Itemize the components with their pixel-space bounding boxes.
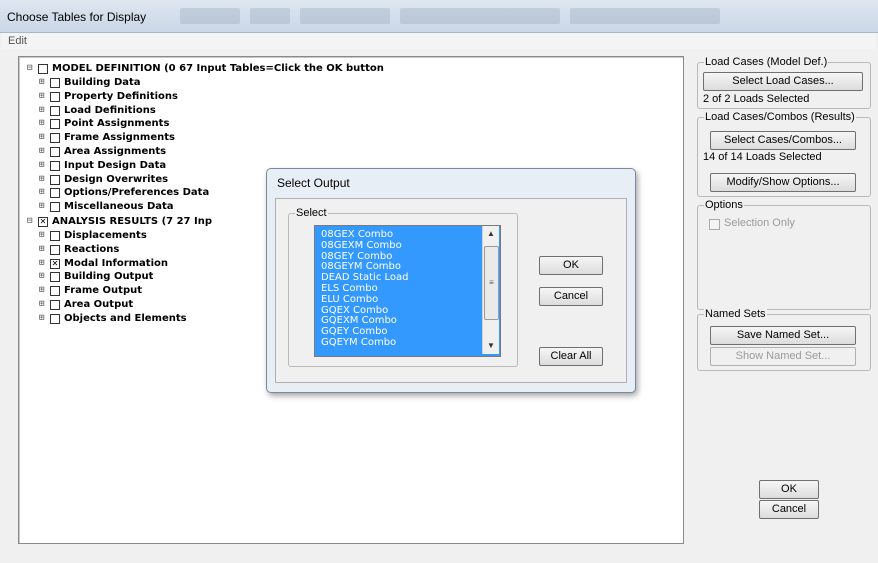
expand-plus-icon[interactable]: ⊞	[39, 174, 44, 185]
select-load-cases-button[interactable]: Select Load Cases...	[703, 72, 863, 91]
checkbox-icon[interactable]	[50, 286, 60, 297]
expand-plus-icon[interactable]: ⊞	[39, 244, 44, 255]
checkbox-icon[interactable]	[50, 91, 60, 102]
tree-item-label: Modal Information	[64, 257, 168, 269]
scroll-down-icon[interactable]: ▼	[483, 340, 499, 352]
save-named-set-button[interactable]: Save Named Set...	[710, 326, 856, 345]
expand-plus-icon[interactable]: ⊞	[39, 271, 44, 282]
checkbox-icon[interactable]	[50, 133, 60, 144]
clear-all-button[interactable]: Clear All	[539, 347, 603, 366]
list-item[interactable]: DEAD Static Load	[321, 273, 409, 283]
checkbox-icon[interactable]	[50, 78, 60, 88]
selection-only-checkbox[interactable]	[709, 219, 720, 230]
checkbox-icon[interactable]	[50, 188, 60, 199]
checkbox-icon[interactable]	[50, 202, 60, 213]
tree-item-label: Options/Preferences Data	[64, 187, 210, 199]
list-item[interactable]: ELS Combo	[321, 284, 378, 294]
tree-item-label: Frame Output	[64, 285, 143, 297]
window-title: Choose Tables for Display	[7, 10, 147, 24]
checkbox-icon[interactable]	[50, 174, 60, 185]
select-cases-combos-button[interactable]: Select Cases/Combos...	[710, 131, 856, 150]
checkbox-icon[interactable]	[38, 64, 48, 74]
checkbox-icon[interactable]	[50, 147, 60, 157]
expand-plus-icon[interactable]: ⊞	[39, 201, 44, 212]
tree-item-label: Point Assignments	[64, 118, 170, 130]
scroll-up-icon[interactable]: ▲	[483, 228, 499, 240]
checkbox-icon[interactable]	[50, 231, 60, 241]
menu-bar: Edit	[2, 33, 876, 49]
list-item[interactable]: GQEXM Combo	[321, 316, 397, 326]
checkbox-icon[interactable]	[50, 300, 60, 310]
scrollbar-thumb[interactable]: ≡	[484, 246, 499, 320]
load-cases-status: 2 of 2 Loads Selected	[703, 93, 810, 105]
show-named-set-button[interactable]: Show Named Set...	[710, 347, 856, 366]
list-item[interactable]: 08GEY Combo	[321, 251, 392, 262]
tree-item-label: Load Definitions	[64, 104, 156, 116]
ghost-toolbar	[570, 8, 720, 24]
title-bar: Choose Tables for Display	[0, 0, 878, 33]
ghost-toolbar	[300, 8, 390, 24]
tree-item-label: Frame Assignments	[64, 132, 175, 144]
dialog-title: Select Output	[277, 176, 350, 190]
list-item[interactable]: ELU Combo	[321, 294, 378, 305]
expand-plus-icon[interactable]: ⊞	[39, 118, 44, 129]
checked-box-icon[interactable]: ✕	[38, 217, 48, 227]
list-item[interactable]: GQEY Combo	[321, 327, 388, 337]
tree-item-label: Design Overwrites	[64, 173, 169, 185]
checkbox-icon[interactable]	[50, 105, 60, 116]
tree-item-label: Area Assignments	[64, 146, 167, 157]
list-item[interactable]: 08GEX Combo	[321, 230, 393, 240]
modify-show-options-button[interactable]: Modify/Show Options...	[710, 173, 856, 192]
tree-item-label: Property Definitions	[64, 90, 178, 102]
tree-item-label: Miscellaneous Data	[64, 201, 174, 213]
ghost-toolbar	[250, 8, 290, 24]
collapse-minus-icon[interactable]: ⊟	[27, 216, 32, 227]
tree-item-label: Objects and Elements	[64, 312, 187, 324]
collapse-minus-icon[interactable]: ⊟	[27, 63, 32, 74]
expand-plus-icon[interactable]: ⊞	[39, 160, 44, 171]
ghost-toolbar	[180, 8, 240, 24]
ok-button[interactable]: OK	[759, 480, 819, 499]
expand-plus-icon[interactable]: ⊞	[39, 230, 44, 241]
tree-item-label: Area Output	[64, 299, 134, 310]
expand-plus-icon[interactable]: ⊞	[39, 187, 44, 198]
expand-plus-icon[interactable]: ⊞	[39, 132, 44, 143]
list-item[interactable]: GQEYM Combo	[321, 338, 396, 348]
list-item[interactable]: 08GEYM Combo	[321, 262, 401, 272]
checkbox-icon[interactable]	[50, 119, 60, 130]
expand-plus-icon[interactable]: ⊞	[39, 146, 44, 157]
expand-plus-icon[interactable]: ⊞	[39, 258, 44, 269]
list-item[interactable]: GQEX Combo	[321, 305, 388, 316]
selection-only-label: Selection Only	[724, 217, 795, 229]
cancel-button[interactable]: Cancel	[759, 500, 819, 519]
dialog-cancel-button[interactable]: Cancel	[539, 287, 603, 306]
expand-plus-icon[interactable]: ⊞	[39, 105, 44, 116]
ghost-toolbar	[400, 8, 560, 24]
checkbox-icon[interactable]	[50, 160, 60, 171]
menu-edit[interactable]: Edit	[8, 35, 27, 47]
expand-plus-icon[interactable]: ⊞	[39, 299, 44, 310]
checked-box-icon[interactable]: ✕	[50, 258, 60, 269]
tree-item-label: Displacements	[64, 230, 147, 241]
cases-combos-status: 14 of 14 Loads Selected	[703, 151, 822, 163]
checkbox-icon[interactable]	[50, 272, 60, 283]
expand-plus-icon[interactable]: ⊞	[39, 285, 44, 296]
tree-item-label: Building Data	[64, 77, 141, 88]
tree-item-label: Reactions	[64, 243, 120, 255]
checkbox-icon[interactable]	[50, 313, 60, 324]
expand-plus-icon[interactable]: ⊞	[39, 91, 44, 102]
tree-item-label: Input Design Data	[64, 159, 167, 171]
checkbox-icon[interactable]	[50, 244, 60, 255]
listbox-scrollbar[interactable]: ▲ ≡ ▼	[482, 226, 499, 354]
list-item[interactable]: 08GEXM Combo	[321, 240, 402, 251]
tree-item-label: Building Output	[64, 271, 154, 283]
output-listbox[interactable]: 08GEX Combo 08GEXM Combo 08GEY Combo 08GEYM…	[314, 225, 501, 357]
expand-plus-icon[interactable]: ⊞	[39, 77, 44, 88]
expand-plus-icon[interactable]: ⊞	[39, 313, 44, 324]
dialog-ok-button[interactable]: OK	[539, 256, 603, 275]
